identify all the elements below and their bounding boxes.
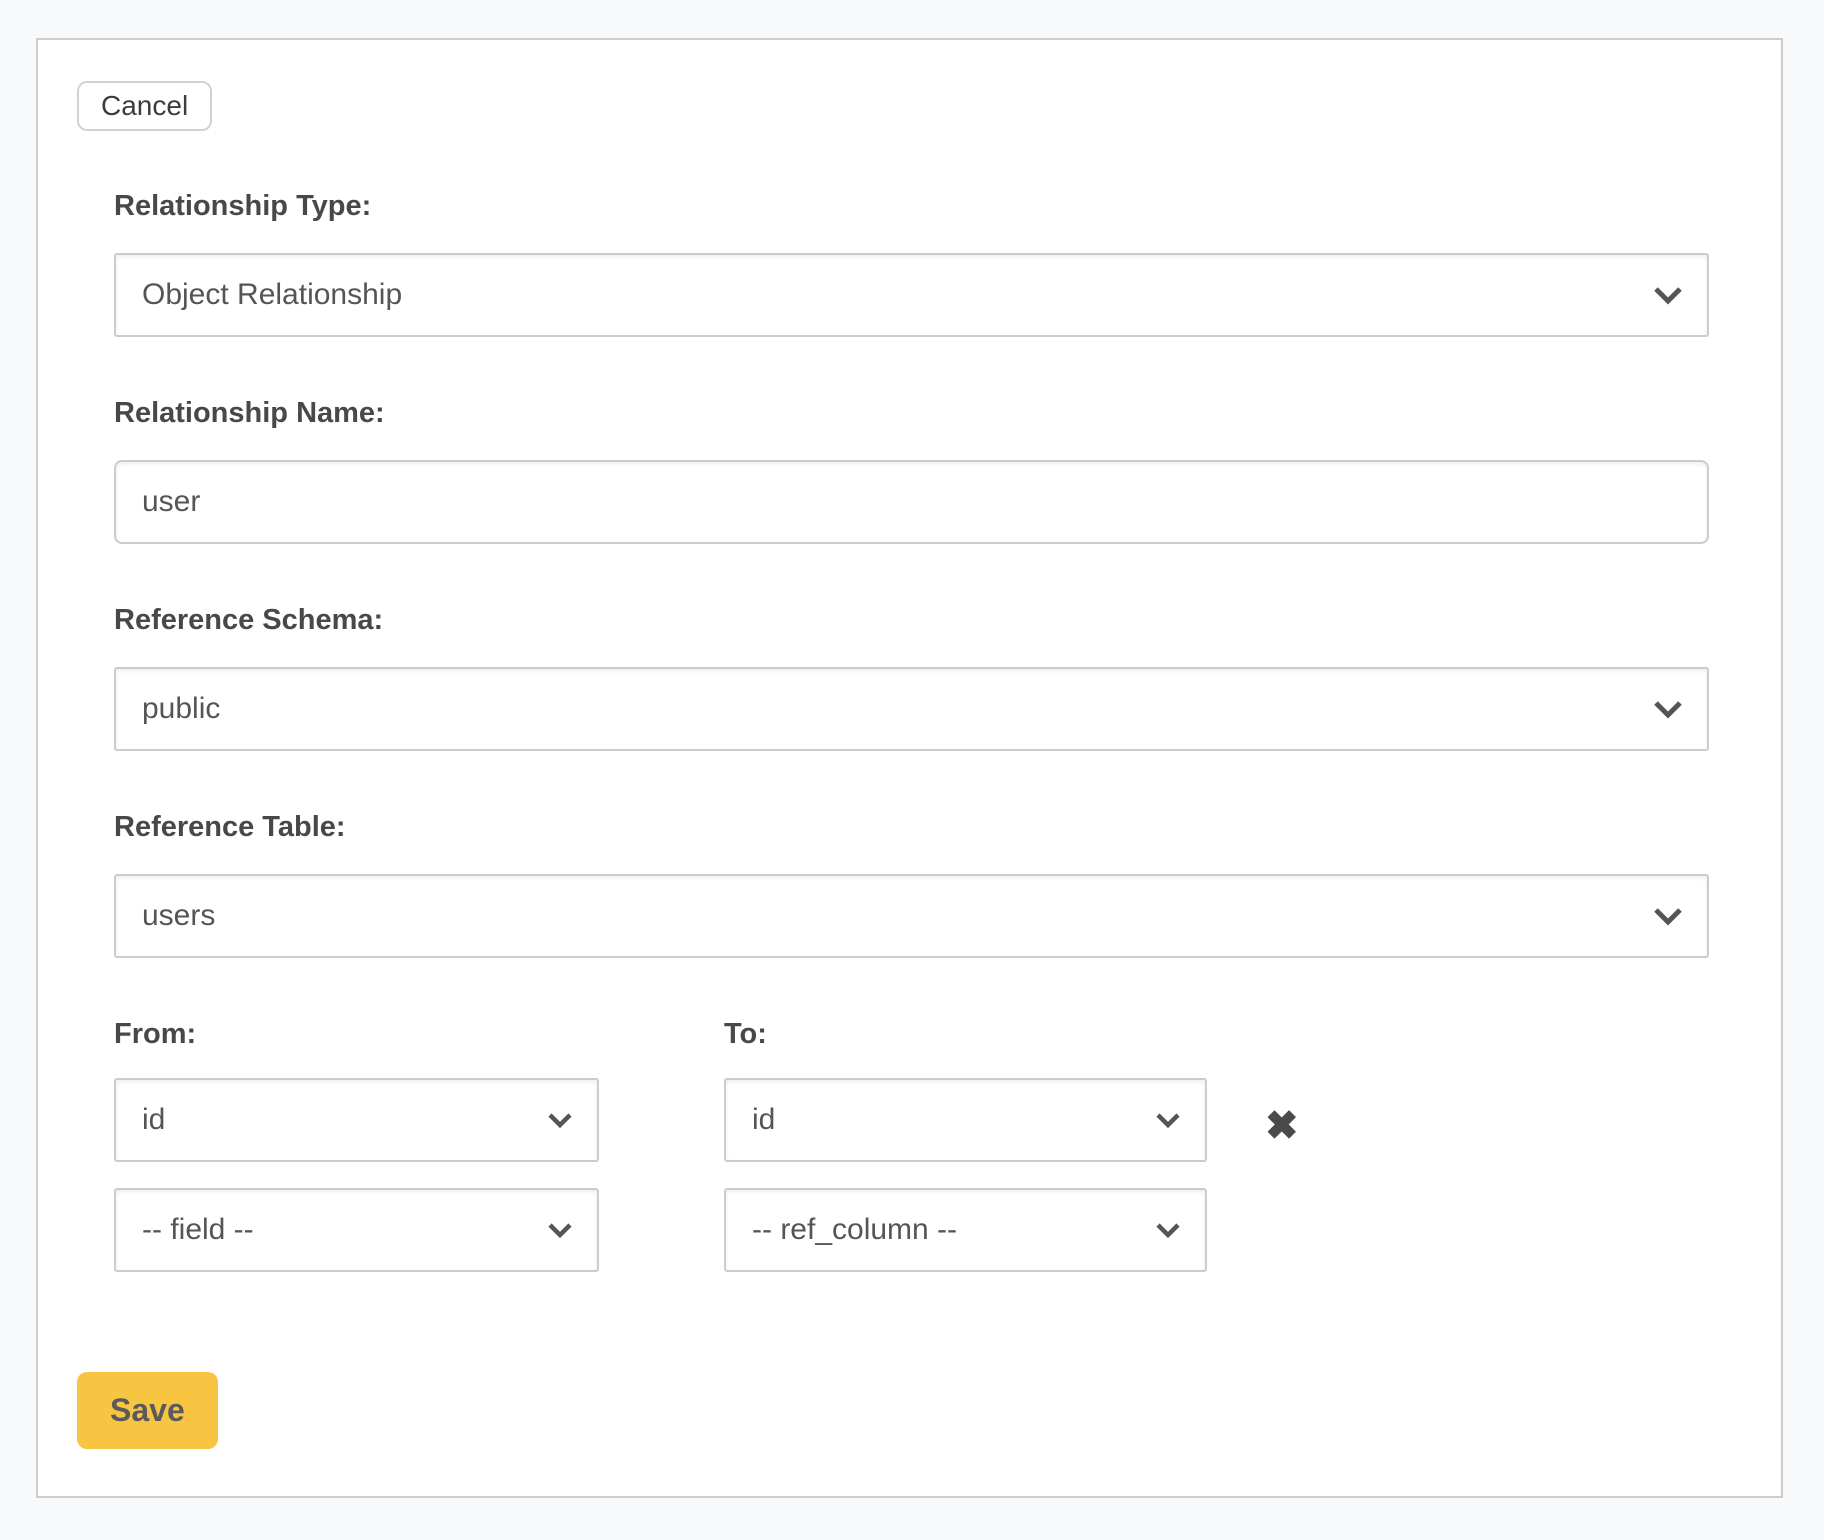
- relationship-type-group: Relationship Type: Object Relationship: [114, 192, 1709, 337]
- relationship-type-value: Object Relationship: [142, 278, 402, 312]
- chevron-down-icon: [1653, 286, 1683, 305]
- chevron-down-icon: [547, 1222, 573, 1239]
- relationship-type-select[interactable]: Object Relationship: [114, 253, 1709, 337]
- chevron-down-icon: [1155, 1112, 1181, 1129]
- chevron-down-icon: [1653, 907, 1683, 926]
- chevron-down-icon: [1653, 700, 1683, 719]
- from-column: From: id -- field --: [114, 1020, 599, 1272]
- add-relationship-panel: Cancel Relationship Type: Object Relatio…: [36, 38, 1783, 1498]
- reference-table-value: users: [142, 899, 215, 933]
- reference-table-label: Reference Table:: [114, 813, 1709, 842]
- to-column-value: id: [752, 1103, 775, 1137]
- to-ref-column-select[interactable]: -- ref_column --: [724, 1188, 1207, 1272]
- from-column-value: id: [142, 1103, 165, 1137]
- relationship-name-input[interactable]: [114, 460, 1709, 544]
- relationship-name-label: Relationship Name:: [114, 399, 1709, 428]
- to-column: To: id -- ref_column --: [724, 1020, 1207, 1272]
- relationship-form: Relationship Type: Object Relationship R…: [114, 192, 1709, 1272]
- reference-schema-value: public: [142, 692, 220, 726]
- remove-column-mapping-button[interactable]: ✖: [1265, 1106, 1299, 1146]
- reference-schema-select[interactable]: public: [114, 667, 1709, 751]
- reference-schema-group: Reference Schema: public: [114, 606, 1709, 751]
- to-label: To:: [724, 1020, 1207, 1049]
- reference-schema-label: Reference Schema:: [114, 606, 1709, 635]
- from-label: From:: [114, 1020, 599, 1049]
- to-ref-column-value: -- ref_column --: [752, 1213, 957, 1247]
- relationship-name-group: Relationship Name:: [114, 399, 1709, 544]
- column-mapping-section: From: id -- field -- To: id: [114, 1020, 1709, 1272]
- from-field-value: -- field --: [142, 1213, 254, 1247]
- save-button[interactable]: Save: [77, 1372, 218, 1449]
- relationship-type-label: Relationship Type:: [114, 192, 1709, 221]
- reference-table-select[interactable]: users: [114, 874, 1709, 958]
- times-icon: ✖: [1265, 1104, 1299, 1148]
- chevron-down-icon: [547, 1112, 573, 1129]
- chevron-down-icon: [1155, 1222, 1181, 1239]
- to-column-select[interactable]: id: [724, 1078, 1207, 1162]
- from-column-select[interactable]: id: [114, 1078, 599, 1162]
- from-field-select[interactable]: -- field --: [114, 1188, 599, 1272]
- cancel-button[interactable]: Cancel: [77, 81, 212, 131]
- reference-table-group: Reference Table: users: [114, 813, 1709, 958]
